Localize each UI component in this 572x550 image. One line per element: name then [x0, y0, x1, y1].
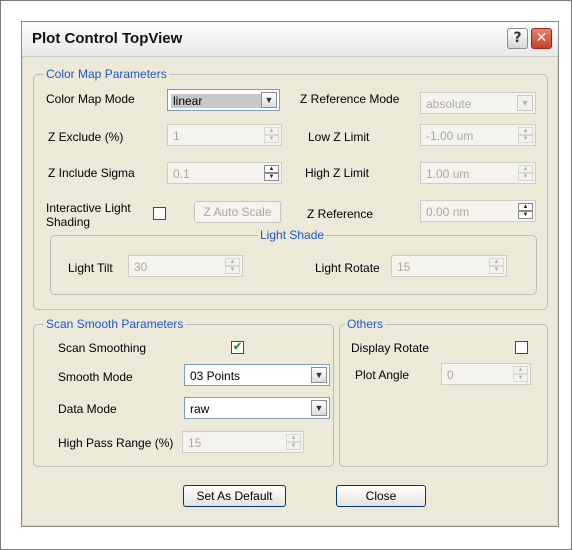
close-button[interactable]: Close: [336, 485, 426, 507]
spin-down-icon[interactable]: ▼: [513, 374, 528, 382]
smooth-mode-select[interactable]: 03 Points ▼: [184, 364, 330, 386]
light-tilt-value: 30: [134, 260, 148, 274]
color-map-mode-dropdown-icon[interactable]: ▼: [261, 92, 277, 108]
high-z-limit-label: High Z Limit: [305, 166, 370, 180]
z-reference-spinner[interactable]: ▲ ▼: [518, 203, 533, 219]
plot-angle-input[interactable]: 0 ▲ ▼: [441, 363, 531, 385]
scan-smooth-parameters-legend: Scan Smooth Parameters: [44, 317, 186, 331]
data-mode-select[interactable]: raw ▼: [184, 397, 330, 419]
help-button[interactable]: ?: [507, 28, 528, 49]
interactive-light-shading-checkbox[interactable]: [153, 207, 166, 220]
high-pass-range-spinner[interactable]: ▲ ▼: [286, 434, 301, 450]
spin-down-icon[interactable]: ▼: [489, 266, 504, 274]
light-rotate-input[interactable]: 15 ▲ ▼: [391, 255, 507, 277]
z-reference-label: Z Reference: [307, 207, 374, 221]
color-map-mode-label: Color Map Mode: [46, 92, 135, 106]
data-mode-label: Data Mode: [58, 402, 117, 416]
spin-up-icon[interactable]: ▲: [489, 258, 504, 266]
plot-angle-value: 0: [447, 368, 454, 382]
color-map-mode-select[interactable]: linear ▼: [167, 89, 280, 111]
high-z-limit-spinner[interactable]: ▲ ▼: [518, 165, 533, 181]
low-z-limit-value: -1.00 um: [426, 129, 474, 143]
spin-down-icon[interactable]: ▼: [286, 442, 301, 450]
spin-up-icon[interactable]: ▲: [518, 203, 533, 211]
spin-up-icon[interactable]: ▲: [513, 366, 528, 374]
spin-up-icon[interactable]: ▲: [286, 434, 301, 442]
z-reference-mode-value: absolute: [426, 97, 472, 111]
set-as-default-button[interactable]: Set As Default: [183, 485, 286, 507]
z-exclude-value: 1: [173, 129, 180, 143]
plot-control-dialog: Plot Control TopView ? ✕ Color Map Param…: [21, 21, 559, 527]
z-reference-mode-select[interactable]: absolute ▼: [420, 92, 536, 114]
spin-up-icon[interactable]: ▲: [518, 127, 533, 135]
display-rotate-checkbox[interactable]: [515, 341, 528, 354]
low-z-limit-spinner[interactable]: ▲ ▼: [518, 127, 533, 143]
scan-smoothing-label: Scan Smoothing: [58, 341, 147, 355]
high-z-limit-input[interactable]: 1.00 um ▲ ▼: [420, 162, 536, 184]
light-rotate-value: 15: [397, 260, 411, 274]
title-bar[interactable]: Plot Control TopView ? ✕: [22, 22, 558, 57]
spin-down-icon[interactable]: ▼: [225, 266, 240, 274]
spin-down-icon[interactable]: ▼: [518, 173, 533, 181]
display-rotate-label: Display Rotate: [351, 341, 430, 355]
z-reference-mode-label: Z Reference Mode: [300, 92, 400, 106]
z-reference-input[interactable]: 0.00 nm ▲ ▼: [420, 200, 536, 222]
spin-down-icon[interactable]: ▼: [264, 135, 279, 143]
z-include-sigma-spinner[interactable]: ▲ ▼: [264, 165, 279, 181]
high-pass-range-value: 15: [188, 436, 202, 450]
z-exclude-label: Z Exclude (%): [48, 130, 124, 144]
light-shade-legend: Light Shade: [258, 228, 327, 242]
z-reference-mode-dropdown-icon[interactable]: ▼: [517, 95, 533, 111]
smooth-mode-dropdown-icon[interactable]: ▼: [311, 367, 327, 383]
high-pass-range-label: High Pass Range (%): [58, 436, 174, 450]
smooth-mode-label: Smooth Mode: [58, 370, 133, 384]
plot-angle-spinner[interactable]: ▲ ▼: [513, 366, 528, 382]
light-tilt-label: Light Tilt: [68, 261, 113, 275]
z-exclude-spinner[interactable]: ▲ ▼: [264, 127, 279, 143]
light-rotate-spinner[interactable]: ▲ ▼: [489, 258, 504, 274]
spin-down-icon[interactable]: ▼: [264, 173, 279, 181]
close-window-button[interactable]: ✕: [531, 28, 552, 49]
high-pass-range-input[interactable]: 15 ▲ ▼: [182, 431, 304, 453]
light-tilt-spinner[interactable]: ▲ ▼: [225, 258, 240, 274]
spin-up-icon[interactable]: ▲: [225, 258, 240, 266]
z-reference-value: 0.00 nm: [426, 205, 470, 219]
z-include-sigma-value: 0.1: [173, 167, 190, 181]
high-z-limit-value: 1.00 um: [426, 167, 470, 181]
low-z-limit-input[interactable]: -1.00 um ▲ ▼: [420, 124, 536, 146]
light-rotate-label: Light Rotate: [315, 261, 380, 275]
data-mode-dropdown-icon[interactable]: ▼: [311, 400, 327, 416]
color-map-mode-value: linear: [171, 94, 263, 108]
data-mode-value: raw: [190, 402, 210, 416]
low-z-limit-label: Low Z Limit: [308, 130, 370, 144]
light-tilt-input[interactable]: 30 ▲ ▼: [128, 255, 243, 277]
color-map-parameters-legend: Color Map Parameters: [44, 67, 169, 81]
scan-smoothing-checkbox[interactable]: ✔: [231, 341, 244, 354]
z-auto-scale-button[interactable]: Z Auto Scale: [194, 201, 281, 223]
spin-down-icon[interactable]: ▼: [518, 135, 533, 143]
plot-angle-label: Plot Angle: [355, 368, 410, 382]
window-title: Plot Control TopView: [32, 30, 183, 47]
interactive-light-shading-label: Interactive Light: [46, 201, 131, 215]
smooth-mode-value: 03 Points: [190, 369, 241, 383]
z-exclude-input[interactable]: 1 ▲ ▼: [167, 124, 282, 146]
spin-down-icon[interactable]: ▼: [518, 211, 533, 219]
spin-up-icon[interactable]: ▲: [264, 127, 279, 135]
z-include-sigma-input[interactable]: 0.1 ▲ ▼: [167, 162, 282, 184]
spin-up-icon[interactable]: ▲: [518, 165, 533, 173]
z-include-sigma-label: Z Include Sigma: [48, 166, 135, 180]
interactive-light-shading-label-line2: Shading: [46, 215, 91, 229]
others-legend: Others: [345, 317, 386, 331]
spin-up-icon[interactable]: ▲: [264, 165, 279, 173]
